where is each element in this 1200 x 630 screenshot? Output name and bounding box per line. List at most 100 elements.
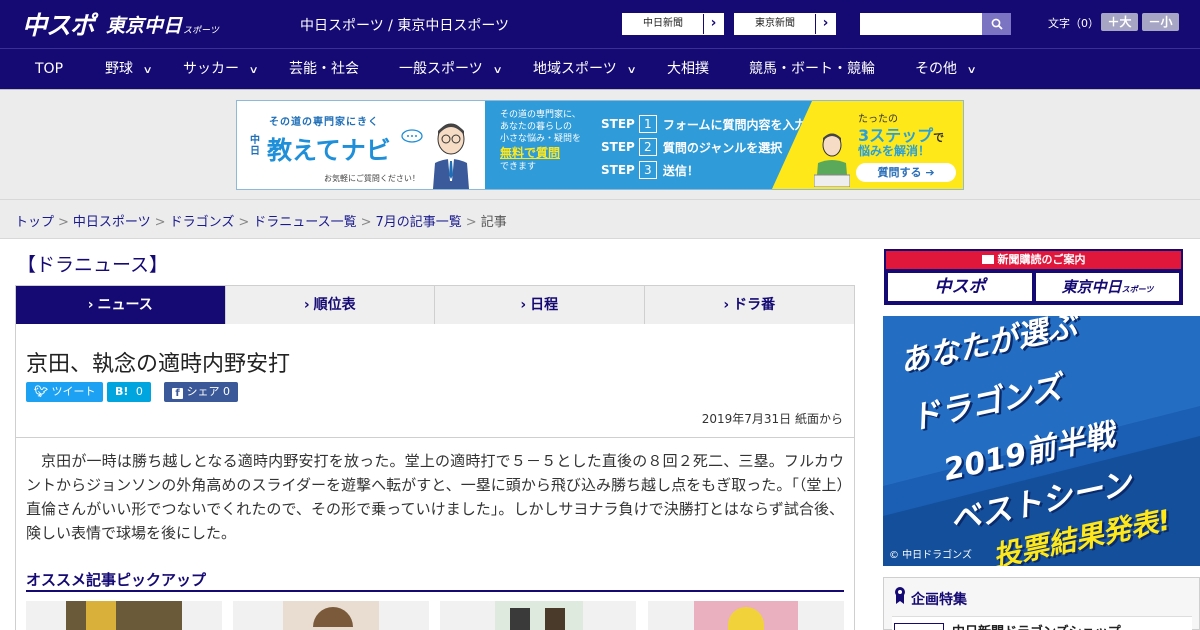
nav-label: サッカー [183,61,239,77]
pickup-rule [26,590,844,592]
pickup-image [495,601,583,630]
banner-mid-line: あなたの暮らしの [500,122,573,132]
tweet-button[interactable]: 🐦︎ ツイート [26,382,104,402]
banner-step-2: STEP 2 質問のジャンルを選択 [601,138,782,156]
hatena-bookmark-button[interactable]: B! 0 [107,382,151,402]
tokyo-shimbun-link[interactable]: 東京新聞 › [734,13,836,35]
banner-right-suffix: で [933,131,945,144]
man-laptop-illustration-icon [814,133,850,187]
nav-label: その他 [915,61,957,77]
banner-mid-copy: その道の専門家に、 あなたの暮らしの 小さな悩み・疑問を 無料で質問 できます [500,109,581,173]
feature-item[interactable]: 中日新聞ドラゴンズショップ [892,616,1192,630]
chevron-right-icon: › [87,297,94,313]
step-text: フォームに質問内容を入力 [662,117,807,132]
hatena-icon: B! [115,385,129,398]
banner-step-3: STEP 3 送信！ [601,161,699,179]
tokyo-shimbun-label: 東京新聞 [755,18,795,29]
pickup-thumbnail[interactable] [26,601,222,630]
tab-news[interactable]: › ニュース [16,286,226,333]
subscription-header-label: 新聞購読のご案内 [997,253,1086,266]
breadcrumb-link-top[interactable]: トップ [15,215,54,230]
banner-cta-button[interactable]: 質問する ➔ [856,163,956,182]
nav-label: 地域スポーツ [533,61,617,77]
tab-label: 順位表 [313,297,356,313]
facebook-share-label: シェア [186,385,220,398]
breadcrumb-top-border [0,199,1200,200]
subscribe-chuspo-logo[interactable]: 中スポ [888,273,1032,301]
speech-bubble-icon [401,129,423,143]
dragons-best-scene-vote-ad[interactable]: あなたが選ぶ ドラゴンズ 2019前半戦 ベストシーン 投票結果発表! © 中日… [883,316,1200,566]
article-headline: 京田、執念の適時内野安打 [26,352,291,377]
subscribe-logo-sub: スポーツ [1121,285,1154,294]
tab-dora-ban[interactable]: › ドラ番 [645,286,855,324]
banner-kicker: その道の専門家にきく [269,117,379,128]
banner-cta-label: 質問する [877,166,922,179]
banner-step-1: STEP 1 フォームに質問内容を入力 [601,115,806,133]
banner-right-line2: 悩みを解消！ [858,144,931,158]
banner-free-label: 無料で質問 [500,146,561,160]
facebook-share-button[interactable]: f シェア 0 [164,382,238,402]
pickup-thumbnail[interactable] [648,601,844,630]
banner-ad-oshiete-navi[interactable]: その道の専門家にきく 中日 教えてナビ お気軽にご質問ください！ その道の専門家… [236,100,964,190]
vote-ad-copyright: © 中日ドラゴンズ [889,550,972,561]
breadcrumb: トップ > 中日スポーツ > ドラゴンズ > ドラニュース一覧 >7月の記事一覧 > 記事 [15,211,507,230]
chevron-down-icon: ∨ [248,65,259,76]
ribbon-icon [895,587,905,604]
nav-item-other[interactable]: その他 ∨ [915,49,977,89]
breadcrumb-separator: > [58,215,69,230]
chunichi-shimbun-link[interactable]: 中日新聞 › [622,13,724,35]
pickup-thumbnail[interactable] [440,601,636,630]
search-button[interactable] [982,13,1011,35]
breadcrumb-link-dragons[interactable]: ドラゴンズ [170,215,235,230]
chevron-down-icon: ∨ [626,65,637,76]
nav-item-soccer[interactable]: サッカー ∨ [183,49,259,89]
tweet-label: ツイート [51,385,96,398]
tab-label: ドラ番 [733,297,776,313]
tab-standings[interactable]: › 順位表 [226,286,435,324]
chevron-right-icon: › [520,297,527,313]
nav-item-entertainment[interactable]: 芸能・社会 [289,49,359,89]
breadcrumb-separator: > [360,215,372,230]
banner-brand-prefix: 中日 [250,135,260,157]
pickup-image-detail [86,601,116,630]
breadcrumb-separator: > [154,215,166,230]
nav-item-top[interactable]: TOP [35,49,63,89]
banner-brand: 教えてナビ [267,136,391,165]
breadcrumb-link-chunichi-sports[interactable]: 中日スポーツ [73,215,151,230]
pickup-image-detail [510,608,530,630]
top-header: 中スポ 東京中日 スポーツ 中日スポーツ / 東京中日スポーツ 中日新聞 › 東… [0,0,1200,48]
feature-box: 企画特集 中日新聞ドラゴンズショップ [883,577,1200,630]
arrow-right-icon: ➔ [925,166,935,179]
site-logo[interactable]: 中スポ 東京中日 スポーツ [22,8,219,40]
step-text: 送信！ [662,163,699,178]
nav-item-racing[interactable]: 競馬・ボート・競輪 [749,49,875,89]
subscribe-tokyo-chunichi-logo[interactable]: 東京中日スポーツ [1036,273,1179,301]
nav-label: TOP [35,61,64,77]
nav-item-general-sports[interactable]: 一般スポーツ ∨ [399,49,503,89]
search-input[interactable] [860,13,982,35]
step-label: STEP [601,140,635,154]
banner-mid-line: 小さな悩み・疑問を [500,134,582,144]
subscribe-logo-text: 東京中日 [1061,278,1122,296]
nav-item-regional-sports[interactable]: 地域スポーツ ∨ [533,49,637,89]
chuspo-logo: 中スポ [22,11,95,40]
nav-label: 一般スポーツ [399,61,483,77]
breadcrumb-link-july-articles[interactable]: 7月の記事一覧 [376,215,462,230]
tab-schedule[interactable]: › 日程 [435,286,645,324]
step-number: 3 [638,161,657,179]
font-larger-button[interactable]: ＋大 [1101,13,1138,31]
nav-divider [0,89,1200,90]
step-number: 1 [638,115,657,133]
nav-item-baseball[interactable]: 野球 ∨ [105,49,153,89]
step-label: STEP [601,163,635,177]
breadcrumb-link-dra-news-list[interactable]: ドラニュース一覧 [253,215,356,230]
pickup-title: オススメ記事ピックアップ [26,571,207,589]
font-smaller-button[interactable]: －小 [1142,13,1179,31]
subscription-box[interactable]: 新聞購読のご案内 中スポ 東京中日スポーツ [884,249,1183,305]
nav-item-sumo[interactable]: 大相撲 [667,49,709,89]
pickup-thumbnail[interactable] [233,601,429,630]
nav-label: 競馬・ボート・競輪 [749,61,875,77]
section-title: 【ドラニュース】 [17,254,169,276]
step-text: 質問のジャンルを選択 [662,140,783,155]
twitter-icon: 🐦︎ [34,385,48,398]
